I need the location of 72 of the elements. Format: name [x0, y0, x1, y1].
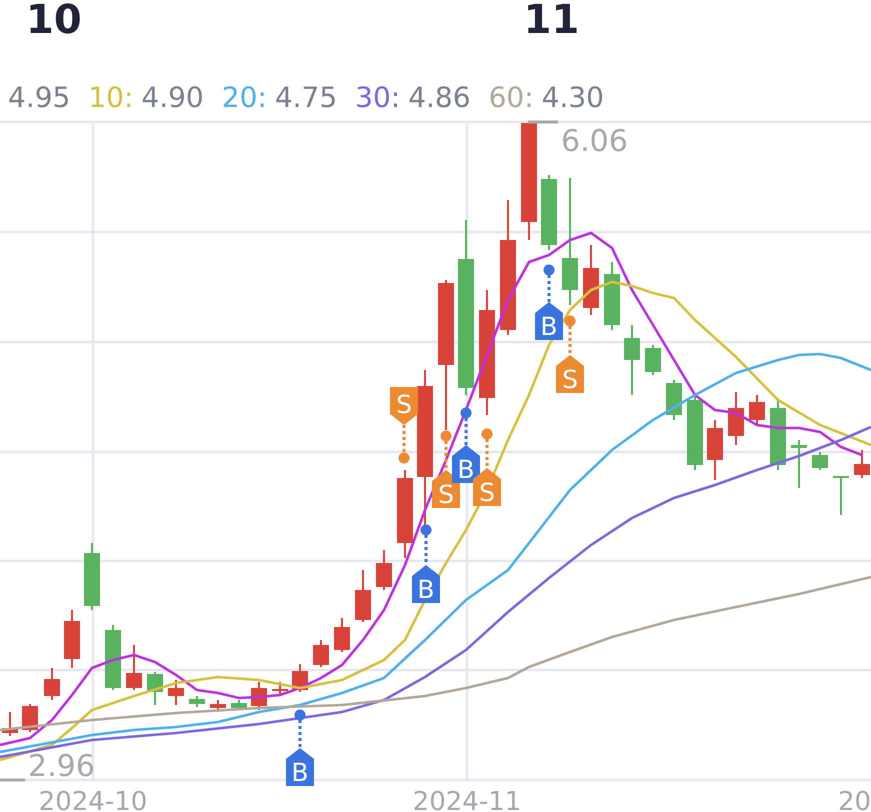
ma-value: 4.30	[542, 80, 604, 116]
candlestick	[105, 625, 121, 690]
ma-period-label: 60:	[488, 80, 534, 116]
candlestick	[791, 440, 807, 488]
leader-line	[486, 439, 488, 468]
candlestick	[355, 570, 371, 622]
candlestick	[854, 450, 870, 478]
leader-line	[424, 535, 428, 565]
candlestick	[583, 245, 599, 315]
leader-line	[464, 418, 468, 445]
candlestick	[189, 696, 205, 707]
date-axis-label: 2024-11	[412, 787, 522, 812]
candlestick	[210, 700, 226, 712]
leader-line	[528, 120, 558, 124]
period-label: 10	[26, 0, 82, 40]
candlestick	[833, 476, 849, 515]
marker-dot	[398, 452, 410, 464]
candlestick	[666, 380, 682, 420]
ma-period-label: 30:	[355, 80, 400, 116]
candlestick	[44, 668, 60, 700]
candlestick	[604, 262, 620, 330]
candlestick	[126, 645, 142, 690]
ma-period-label: 10:	[88, 80, 134, 116]
leader-line	[0, 778, 25, 782]
max-price-label: 6.06	[561, 124, 628, 159]
buy-tag: B	[452, 445, 480, 484]
candlestick	[292, 664, 308, 692]
sell-tag: S	[390, 387, 418, 425]
marker-dot	[544, 264, 554, 276]
marker-dot	[420, 524, 432, 536]
marker-dot	[440, 430, 452, 442]
candlestick	[251, 682, 267, 710]
marker-dot	[482, 428, 492, 440]
leader-line	[298, 720, 302, 748]
buy-tag: B	[535, 302, 563, 341]
sell-tag: S	[556, 355, 584, 394]
date-axis-label: 2024-10	[38, 787, 148, 812]
candlestick	[812, 452, 828, 470]
leader-line	[444, 441, 448, 470]
date-axis-label: 20	[838, 787, 871, 812]
candlestick	[624, 325, 640, 395]
candlestick	[168, 680, 184, 705]
candlestick	[2, 712, 18, 736]
candlestick	[272, 682, 288, 696]
candlestick	[64, 610, 80, 668]
min-price-label: 2.96	[28, 749, 95, 784]
candlestick	[749, 395, 765, 425]
leader-line	[548, 275, 550, 302]
candlestick	[645, 345, 661, 375]
ma-value: 4.75	[274, 80, 338, 116]
marker-dot	[460, 408, 472, 418]
candlestick	[770, 400, 786, 470]
leader-line	[402, 425, 406, 453]
candlestick	[231, 700, 247, 710]
buy-tag: B	[286, 748, 314, 787]
candlestick	[147, 672, 163, 705]
ma-value: 4.95	[8, 80, 70, 116]
candlestick	[728, 392, 744, 445]
buy-tag: B	[412, 565, 440, 604]
candlestick	[313, 640, 329, 667]
ma-value: 4.86	[408, 80, 471, 116]
candlestick	[376, 550, 392, 590]
sell-tag: S	[473, 468, 501, 507]
leader-line	[568, 326, 572, 355]
period-label: 11	[524, 0, 580, 40]
candlestick	[707, 420, 723, 480]
candlestick	[84, 543, 100, 610]
ma-value: 4.90	[141, 80, 204, 116]
marker-dot	[294, 710, 306, 720]
marker-dot	[564, 316, 576, 326]
candlestick	[334, 618, 350, 652]
ma-period-label: 20:	[222, 80, 267, 116]
